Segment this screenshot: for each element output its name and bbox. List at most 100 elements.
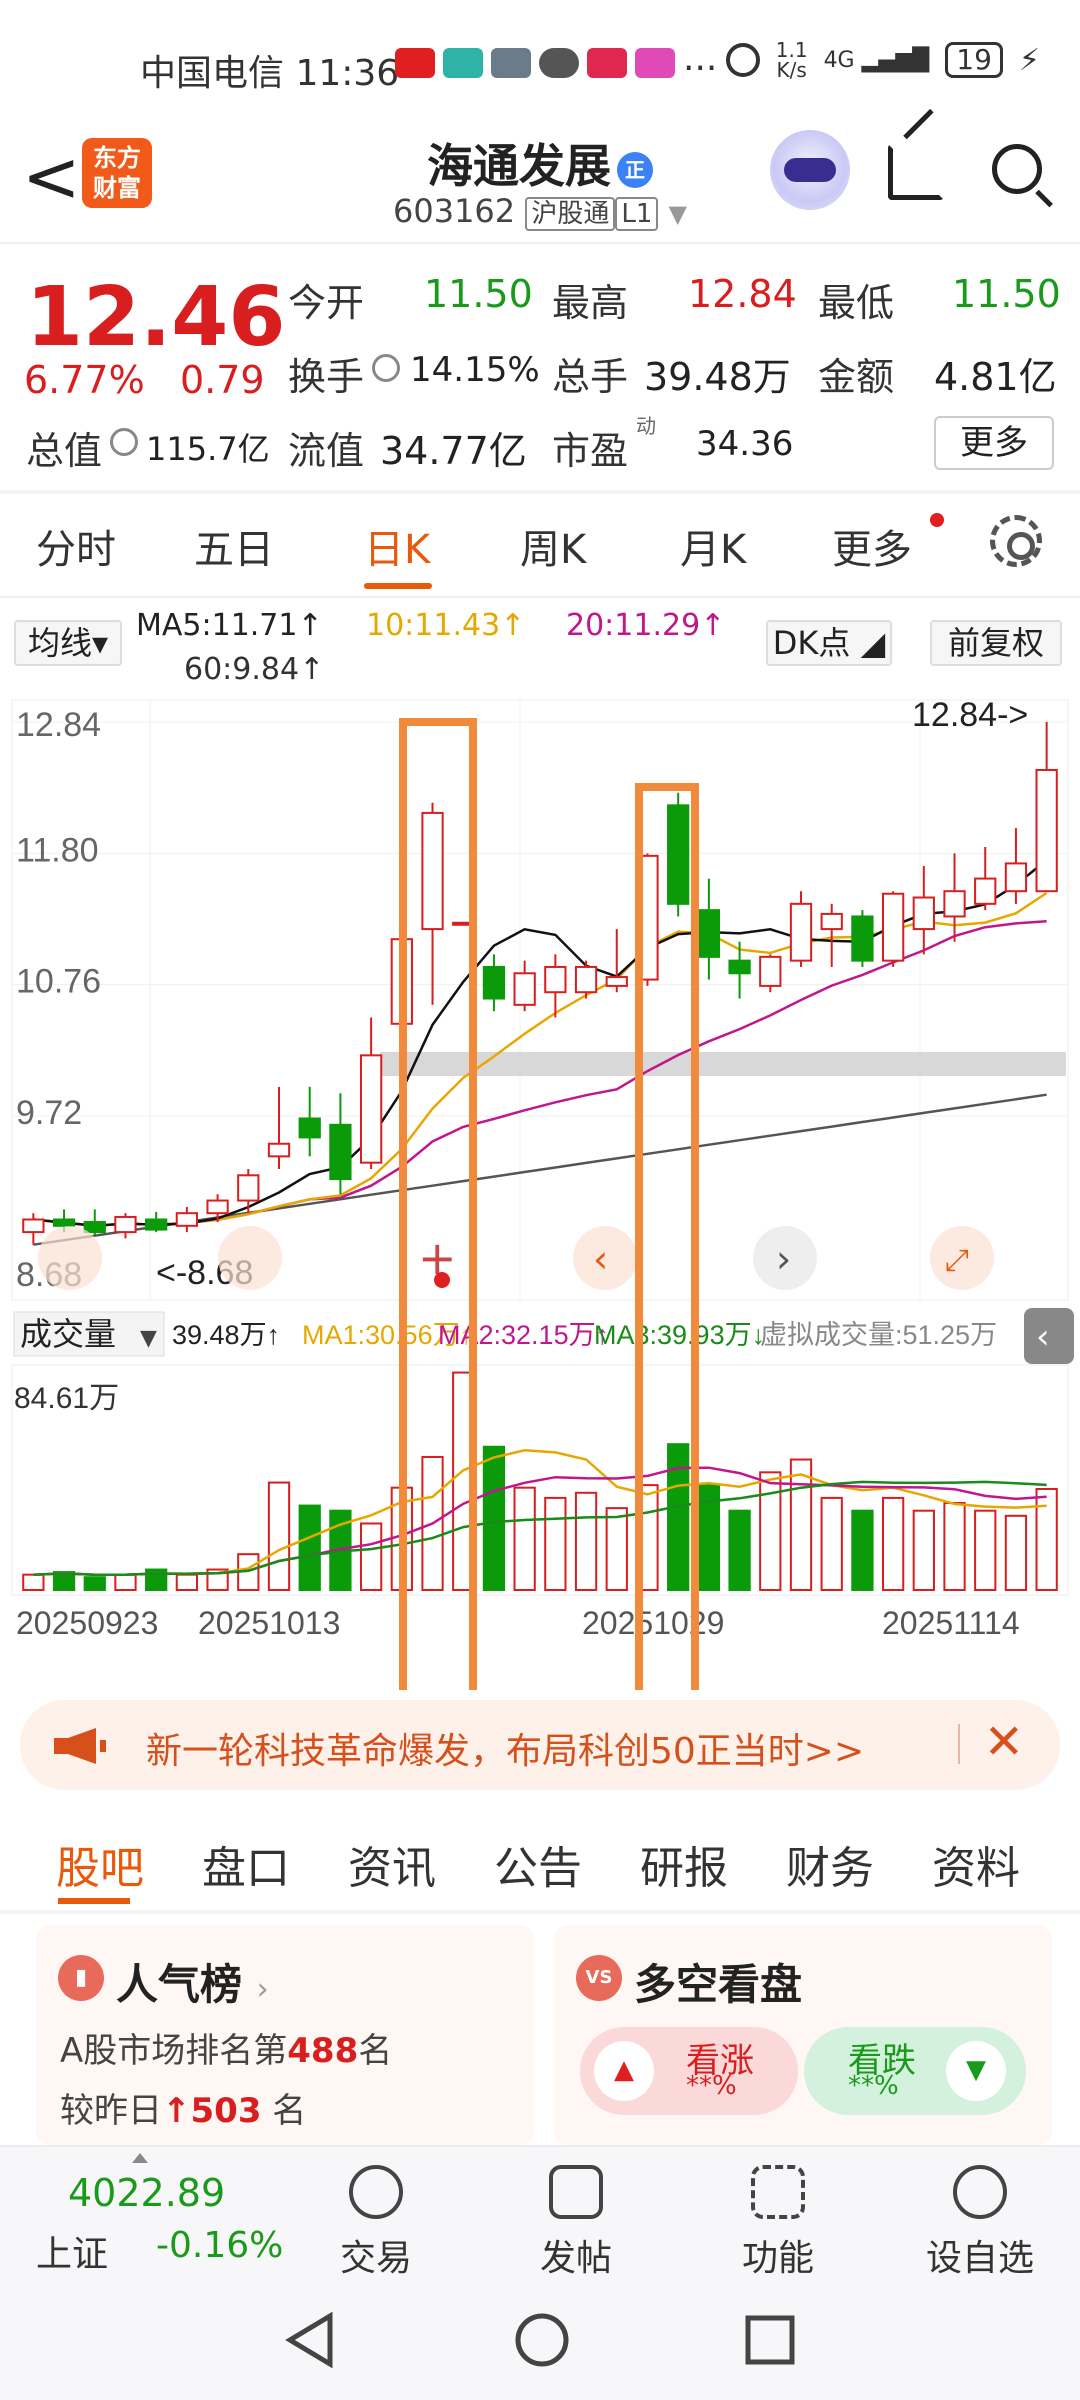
- bearish-button[interactable]: 看跌 **% ▼: [804, 2027, 1026, 2115]
- candle-body: [789, 902, 813, 962]
- megaphone-icon: [54, 1728, 106, 1764]
- banner-text: 新一轮科技革命爆发，布局科创50正当时>>: [146, 1731, 865, 1772]
- tab-intraday[interactable]: 分时: [36, 517, 116, 575]
- chevron-right-icon: ›: [256, 1972, 269, 2007]
- app-icon: [443, 48, 483, 78]
- search-icon[interactable]: [992, 144, 1042, 194]
- bar-chart-icon: ▮: [58, 1955, 104, 2001]
- functions-button[interactable]: 功能: [708, 2147, 848, 2281]
- mkt-cap-value: 115.7亿: [146, 430, 270, 468]
- date-axis-labels: 20250923 20251013 20251029 20251114: [16, 1605, 1020, 1641]
- indicator-select[interactable]: 均线▾: [14, 620, 122, 666]
- bull-bear-card[interactable]: VS 多空看盘 ▲ 看涨 **% 看跌 **% ▼: [554, 1925, 1052, 2145]
- zoom-out-button[interactable]: [38, 1226, 102, 1290]
- notification-dot: [930, 513, 944, 527]
- dk-point-select[interactable]: DK点 ◢: [766, 620, 892, 666]
- net-speed: 1.1 K/s: [775, 38, 808, 82]
- volume-bar: [574, 1491, 598, 1592]
- tab-more[interactable]: 更多: [832, 517, 912, 575]
- pe-value: 34.36: [696, 424, 794, 464]
- candle-body: [605, 976, 628, 987]
- candle-body: [206, 1199, 229, 1215]
- divider: [0, 1910, 1080, 1914]
- level-tag: L1: [615, 197, 659, 231]
- app-icon: [491, 48, 531, 78]
- index-widget[interactable]: 4022.89 上证 -0.16%: [0, 2147, 300, 2282]
- candle-body: [359, 1054, 383, 1164]
- tab-financials[interactable]: 财务: [786, 1832, 874, 1896]
- candle-body: [52, 1218, 76, 1227]
- section-tabs: 股吧 盘口 资讯 公告 研报 财务 资料: [0, 1800, 1080, 1910]
- tab-profile[interactable]: 资料: [932, 1832, 1020, 1896]
- tab-daily-k[interactable]: 日K: [364, 517, 430, 575]
- add-watchlist-label: 设自选: [925, 2238, 1034, 2279]
- bullish-button[interactable]: ▲ 看涨 **%: [580, 2027, 798, 2115]
- price-tick-label: 10.76: [16, 963, 101, 1001]
- nav-back-icon[interactable]: [280, 2310, 340, 2370]
- arrow-up-icon: ↑: [162, 2091, 191, 2131]
- candle-body: [851, 915, 874, 962]
- chevron-right-icon: ›: [776, 1237, 791, 1281]
- volume-bar: [1004, 1514, 1028, 1592]
- expand-icon: ⤢: [945, 1243, 969, 1278]
- close-icon[interactable]: ✕: [984, 1714, 1024, 1770]
- candle-body: [83, 1221, 106, 1234]
- volume-bar: [789, 1458, 813, 1592]
- volume-value: 39.48万↑: [172, 1320, 280, 1350]
- app-icon: [587, 48, 627, 78]
- rank-change-number: 503: [190, 2091, 262, 2131]
- settings-gear-icon[interactable]: [990, 515, 1042, 567]
- candle-body: [544, 965, 567, 994]
- nav-home-icon[interactable]: [510, 2308, 574, 2372]
- tab-five-day[interactable]: 五日: [194, 517, 274, 575]
- nav-recents-icon[interactable]: [740, 2310, 800, 2370]
- more-notifications: ···: [683, 48, 718, 89]
- tab-weekly-k[interactable]: 周K: [520, 517, 586, 575]
- info-icon[interactable]: [110, 428, 138, 456]
- popularity-card[interactable]: ▮ 人气榜 › A股市场排名第488名 较昨日↑503 名: [36, 1925, 534, 2145]
- candle-body: [482, 965, 506, 1000]
- share-icon[interactable]: [888, 144, 944, 200]
- tab-pankou[interactable]: 盘口: [202, 1832, 290, 1896]
- adjust-select[interactable]: 前复权: [930, 620, 1062, 666]
- tab-research[interactable]: 研报: [640, 1832, 728, 1896]
- change-amount: 0.79: [180, 358, 265, 402]
- chevron-left-icon: ‹: [1036, 1317, 1050, 1357]
- candle-body: [574, 965, 598, 994]
- float-cap-label: 流值: [288, 429, 365, 473]
- more-button[interactable]: 更多: [934, 416, 1054, 470]
- volume-bar: [667, 1443, 690, 1591]
- candle-body: [237, 1174, 260, 1202]
- tab-announcements[interactable]: 公告: [494, 1832, 582, 1896]
- tab-news[interactable]: 资讯: [348, 1832, 436, 1896]
- max-price-label: 12.84->: [912, 696, 1028, 734]
- banner-separator: [958, 1724, 960, 1764]
- ai-assistant-icon[interactable]: [770, 130, 850, 210]
- candle-body: [145, 1218, 168, 1231]
- rank-line-prefix: A股市场排名第: [60, 2031, 288, 2071]
- price-tick-label: 12.84: [16, 706, 101, 744]
- candle-body: [974, 877, 997, 905]
- promo-banner[interactable]: 新一轮科技革命爆发，布局科创50正当时>> ✕: [20, 1700, 1060, 1790]
- candle-body: [114, 1215, 137, 1234]
- rank-line: A股市场排名第488名: [60, 2023, 392, 2072]
- edit-icon: [549, 2165, 603, 2219]
- charging-icon: ⚡: [1018, 42, 1040, 78]
- divider: [0, 490, 1080, 494]
- rank-change-prefix: 较昨日: [60, 2091, 162, 2131]
- date-label: 20251029: [582, 1605, 724, 1641]
- zoom-in-button[interactable]: [218, 1226, 282, 1290]
- kline-chart[interactable]: 12.8411.8010.769.728.68 12.84-> <-8.68 +…: [0, 690, 1080, 1690]
- chevron-down-icon[interactable]: ▼: [669, 200, 687, 228]
- info-icon[interactable]: [372, 354, 400, 382]
- tab-guba[interactable]: 股吧: [56, 1832, 144, 1896]
- volume-bar: [298, 1504, 321, 1592]
- volume-bar: [881, 1496, 905, 1592]
- post-button[interactable]: 发帖: [506, 2147, 646, 2281]
- tab-monthly-k[interactable]: 月K: [680, 517, 746, 575]
- volume-value: 39.48万: [644, 355, 791, 399]
- trade-button[interactable]: 交易: [306, 2147, 446, 2281]
- rank-line-suffix: 名: [358, 2031, 393, 2071]
- date-label: 20250923: [16, 1605, 158, 1641]
- add-watchlist-button[interactable]: 设自选: [910, 2147, 1050, 2281]
